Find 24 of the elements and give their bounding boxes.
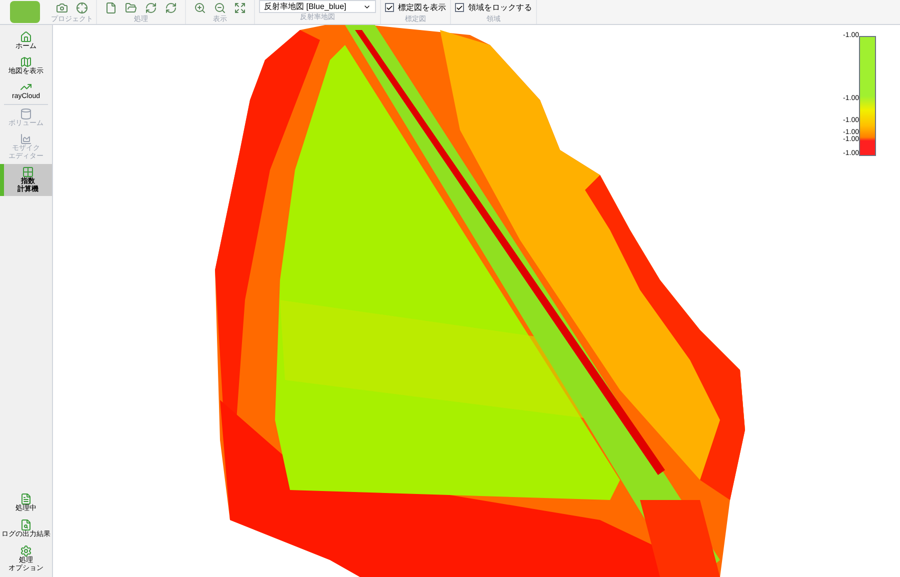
checkbox-label: 標定図を表示: [398, 2, 446, 14]
home-icon: [20, 31, 32, 43]
checkbox[interactable]: [385, 3, 394, 12]
chart-icon: [20, 133, 32, 145]
app-logo: [10, 1, 40, 23]
settings-icon: [20, 545, 32, 557]
expand-icon[interactable]: [234, 2, 246, 14]
chart-icon: [20, 81, 32, 93]
refresh-icon[interactable]: [145, 2, 157, 14]
map-select[interactable]: 反射率地図 [Blue_blue]: [259, 0, 376, 13]
crosshair-icon[interactable]: [76, 2, 88, 14]
document-icon: [20, 519, 32, 531]
checkbox-label: 領域をロックする: [468, 2, 532, 14]
zoom-out-icon[interactable]: [214, 2, 226, 14]
file-icon[interactable]: [105, 2, 117, 14]
folder-icon[interactable]: [125, 2, 137, 14]
grid-icon: [22, 166, 34, 178]
checkbox[interactable]: [455, 3, 464, 12]
cylinder-icon: [20, 108, 32, 120]
refresh-icon[interactable]: [165, 2, 177, 14]
map-icon: [20, 56, 32, 68]
camera-icon[interactable]: [56, 2, 68, 14]
zoom-in-icon[interactable]: [194, 2, 206, 14]
document-icon: [20, 493, 32, 505]
